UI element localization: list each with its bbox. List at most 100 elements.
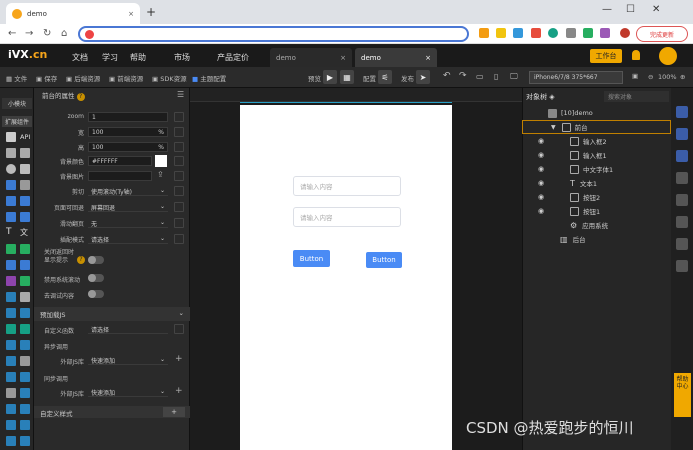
canvas-button-2[interactable]: Button: [293, 250, 330, 267]
list-icon[interactable]: [20, 180, 30, 190]
play-icon[interactable]: ▶: [323, 70, 337, 84]
canvas-input-1[interactable]: 请输入内容: [293, 207, 401, 227]
clip-select[interactable]: 使用滚动(Ty轴) ⌄: [88, 186, 168, 196]
canvas-button-1[interactable]: Button: [366, 252, 402, 268]
cloud-icon[interactable]: [20, 148, 30, 158]
link-icon[interactable]: [174, 127, 184, 137]
help-icon[interactable]: ?: [77, 256, 85, 264]
url-input[interactable]: [78, 26, 469, 42]
form-icon[interactable]: [20, 340, 30, 350]
add-ext-js2-button[interactable]: +: [175, 386, 183, 396]
monitor-icon[interactable]: 🖵: [510, 72, 518, 82]
nav-docs[interactable]: 文档: [72, 52, 88, 63]
chart-icon[interactable]: [6, 356, 16, 366]
close-icon[interactable]: ×: [425, 54, 431, 62]
zoom-input[interactable]: 1: [88, 112, 168, 122]
keyboard-icon[interactable]: [6, 388, 16, 398]
layers-icon[interactable]: [6, 132, 16, 142]
nav-market[interactable]: 市场: [174, 52, 190, 63]
tree-node-button2[interactable]: ◉ 按钮2: [522, 190, 671, 204]
panel-icon[interactable]: [6, 196, 16, 206]
extension-square-icon[interactable]: [513, 28, 523, 38]
redo-icon[interactable]: ↷: [459, 71, 467, 81]
extension-bookmark-icon[interactable]: [583, 28, 593, 38]
extension-grid-icon[interactable]: [600, 28, 610, 38]
text-icon[interactable]: T: [6, 227, 12, 237]
device-select[interactable]: iPhone6/7/8 375*667: [529, 71, 623, 84]
sliders-icon[interactable]: ⚟: [378, 70, 392, 84]
page-icon[interactable]: [6, 180, 16, 190]
slider-icon[interactable]: [6, 324, 16, 334]
progress-icon[interactable]: [20, 324, 30, 334]
video-icon[interactable]: [20, 260, 30, 270]
add-style-button[interactable]: +: [163, 407, 185, 417]
close-tab-icon[interactable]: ×: [128, 10, 134, 18]
link-icon[interactable]: [174, 112, 184, 122]
extension-star-icon[interactable]: [496, 28, 506, 38]
width-input[interactable]: 100%: [88, 127, 168, 137]
link-icon[interactable]: [174, 171, 184, 181]
map-icon[interactable]: [6, 372, 16, 382]
link-icon[interactable]: [174, 202, 184, 212]
tab-small-modules[interactable]: 小模块: [2, 98, 32, 109]
file-menu[interactable]: ▦ 文件: [6, 73, 27, 83]
doc-tab-2[interactable]: demo ×: [355, 48, 437, 67]
link-icon[interactable]: [174, 218, 184, 228]
update-button[interactable]: 完成更新: [636, 26, 688, 42]
music-icon[interactable]: [6, 260, 16, 270]
extension-arrow-icon[interactable]: [479, 28, 489, 38]
back-prompt-toggle[interactable]: [88, 256, 104, 264]
image-icon[interactable]: [20, 244, 30, 254]
rail-icon-2[interactable]: [676, 128, 688, 140]
radio-icon[interactable]: [6, 308, 16, 318]
calendar-icon[interactable]: [20, 372, 30, 382]
rail-icon-5[interactable]: [676, 194, 688, 206]
debug-content-toggle[interactable]: [88, 290, 104, 298]
dialog-icon[interactable]: [6, 420, 16, 430]
tree-node-button1[interactable]: ◉ 按钮1: [522, 204, 671, 218]
maximize-button[interactable]: ☐: [626, 4, 635, 15]
eye-icon[interactable]: ◉: [538, 165, 544, 173]
eye-icon[interactable]: ◉: [538, 137, 544, 145]
desktop-view-icon[interactable]: ▭: [476, 72, 484, 81]
canvas-input-2[interactable]: 请输入内容: [293, 176, 401, 196]
image-block-icon[interactable]: [6, 212, 16, 222]
sdk-resources-button[interactable]: ▣ SDK资源: [152, 73, 187, 83]
profile-avatar[interactable]: [620, 28, 630, 38]
bgcolor-input[interactable]: #FFFFFF: [88, 156, 152, 166]
table-icon[interactable]: [6, 340, 16, 350]
rail-icon-1[interactable]: [676, 106, 688, 118]
tablet-view-icon[interactable]: ▯: [494, 72, 498, 81]
anim-select[interactable]: 请选择 ⌄: [88, 234, 168, 244]
ext-js-select[interactable]: 快速添加 ⌄: [88, 355, 168, 365]
user-avatar[interactable]: [659, 47, 677, 65]
phone-frame[interactable]: [240, 105, 452, 450]
help-center-button[interactable]: 帮助中心: [674, 373, 691, 417]
link-icon[interactable]: [174, 186, 184, 196]
link-icon[interactable]: [174, 234, 184, 244]
checkbox-icon[interactable]: [6, 292, 16, 302]
tree-node-text[interactable]: ◉ T 文本1: [522, 176, 671, 190]
rail-icon-3[interactable]: [676, 150, 688, 162]
upload-icon[interactable]: ⇪: [157, 170, 164, 179]
network-icon[interactable]: [6, 148, 16, 158]
tree-node-backend[interactable]: ▥ 后台: [522, 232, 671, 246]
zoom-out-icon[interactable]: ⊖: [648, 73, 653, 81]
minimize-button[interactable]: —: [602, 4, 612, 15]
input-icon[interactable]: [20, 276, 30, 286]
close-window-button[interactable]: ✕: [652, 4, 660, 15]
undo-icon[interactable]: ↶: [443, 71, 451, 81]
scroll-select[interactable]: 无 ⌄: [88, 218, 168, 228]
page-back-select[interactable]: 屏幕回退 ⌄: [88, 202, 168, 212]
bgimage-input[interactable]: [88, 171, 152, 181]
carousel-icon[interactable]: [6, 436, 16, 446]
theme-config-button[interactable]: ■ 主题配置: [192, 73, 226, 83]
send-icon[interactable]: ➤: [416, 70, 430, 84]
ext-js2-select[interactable]: 快速添加 ⌄: [88, 387, 168, 397]
bell-icon[interactable]: [632, 50, 640, 60]
custom-func-select[interactable]: 请选择: [88, 324, 168, 334]
home-icon[interactable]: ⌂: [61, 28, 67, 39]
disable-scroll-toggle[interactable]: [88, 274, 104, 282]
extension-circle-icon[interactable]: [548, 28, 558, 38]
nav-pricing[interactable]: 产品定价: [217, 52, 249, 63]
